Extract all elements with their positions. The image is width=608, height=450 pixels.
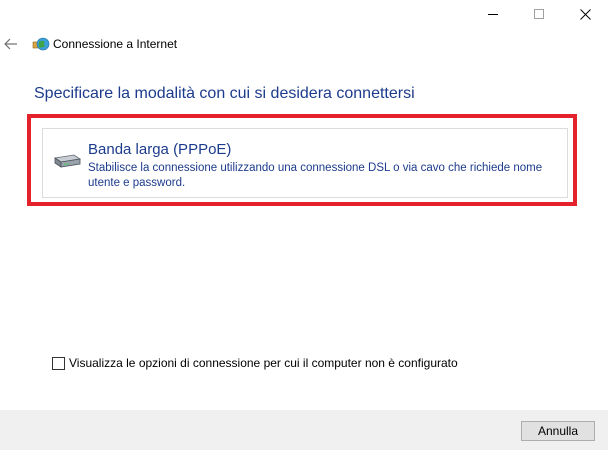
minimize-icon [488,14,498,15]
maximize-button[interactable] [516,0,562,28]
checkbox-label: Visualizza le opzioni di connessione per… [69,356,458,370]
minimize-button[interactable] [470,0,516,28]
show-unconfigured-checkbox[interactable] [52,356,65,370]
close-button[interactable] [562,0,608,28]
back-arrow-icon [4,38,17,50]
footer-bar: Annulla [0,410,608,450]
option-title: Banda larga (PPPoE) [88,141,232,158]
show-unconfigured-checkbox-row[interactable]: Visualizza le opzioni di connessione per… [52,356,458,370]
connection-wizard-window: Connessione a Internet Specificare la mo… [0,0,608,450]
back-button[interactable] [2,35,20,53]
cancel-button[interactable]: Annulla [521,421,595,441]
option-broadband-pppoe[interactable]: Banda larga (PPPoE) Stabilisce la connes… [42,128,568,198]
page-title: Specificare la modalità con cui si desid… [34,85,415,102]
option-description: Stabilisce la connessione utilizzando un… [88,162,543,189]
close-icon [579,8,591,20]
maximize-icon [534,9,544,19]
broadband-modem-icon [53,154,82,168]
window-title: Connessione a Internet [53,37,178,51]
network-globe-icon [32,37,50,51]
